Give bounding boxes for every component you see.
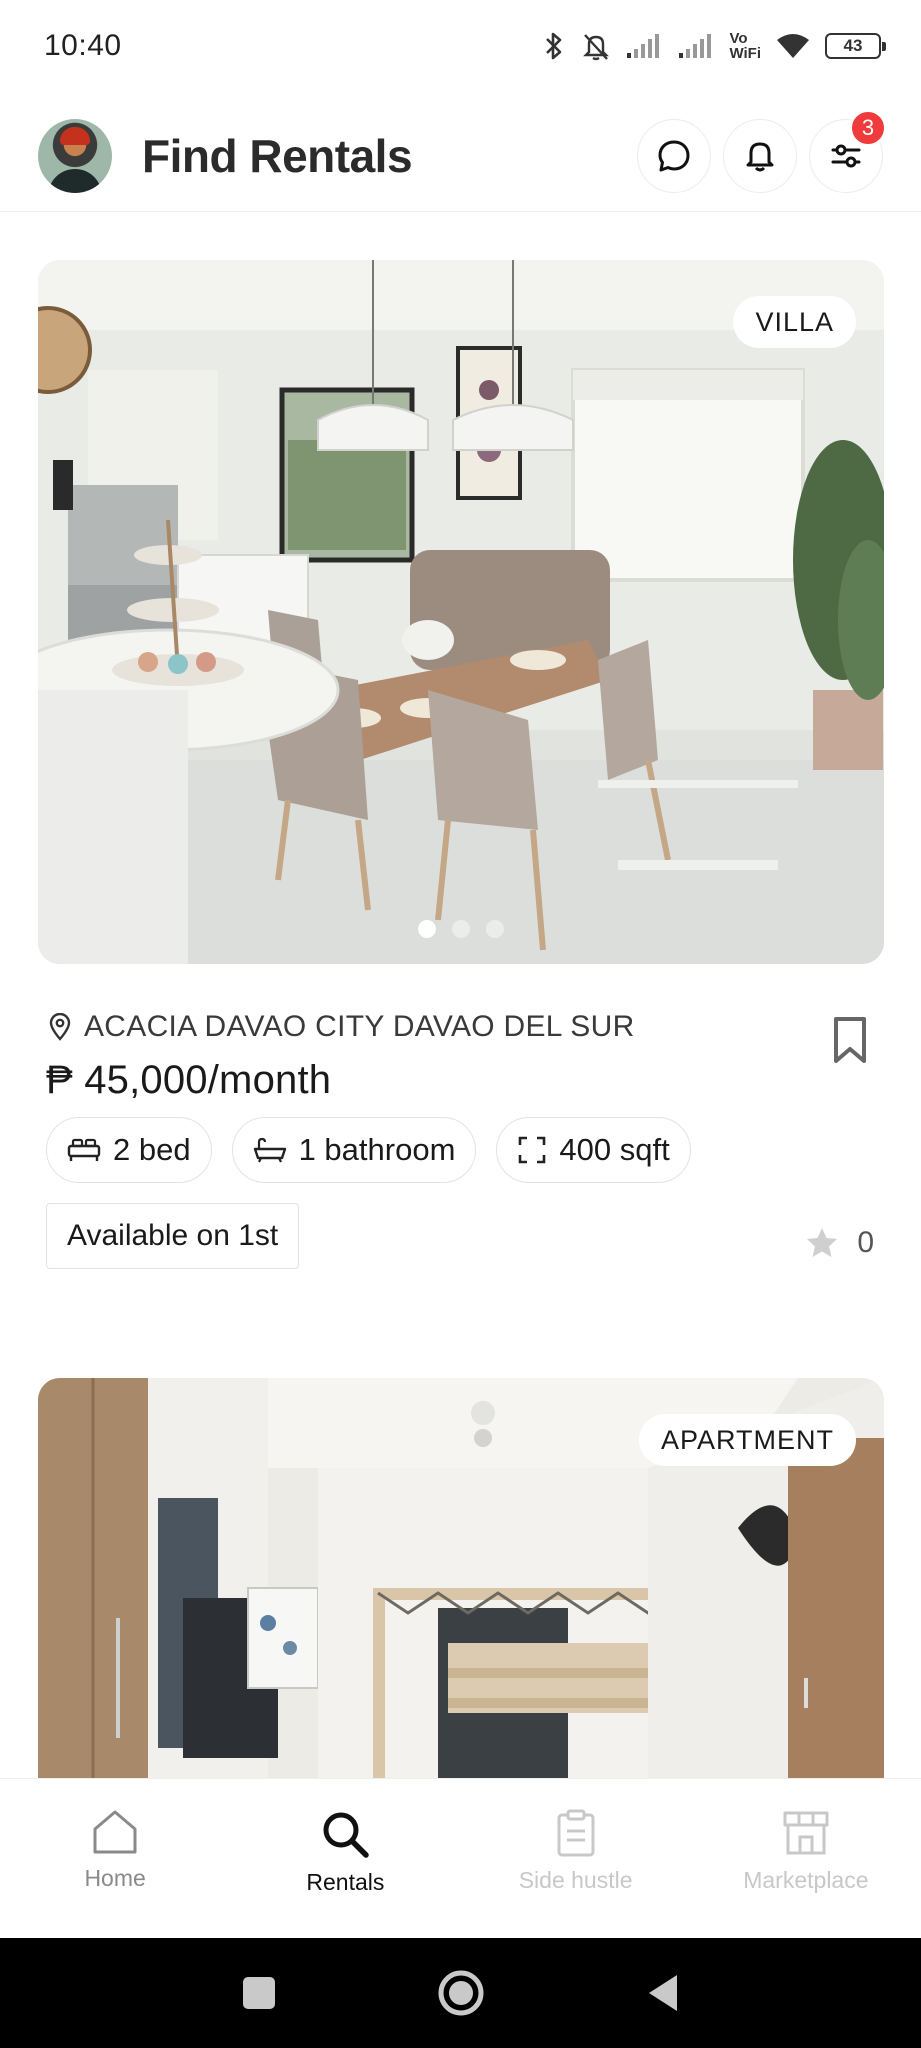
status-bar: 10:40 Vo WiFi 43 [0, 0, 921, 92]
listing-location: ACACIA DAVAO CITY DAVAO DEL SUR [84, 1010, 635, 1043]
store-icon [783, 1811, 829, 1855]
bottom-navigation: Home Rentals Side hustle Marketplace [0, 1778, 921, 1938]
area-chip: 400 sqft [496, 1117, 691, 1183]
property-type-badge: APARTMENT [638, 1414, 856, 1466]
chat-button[interactable] [637, 118, 711, 193]
page-title: Find Rentals [142, 129, 413, 182]
baths-label: 1 bathroom [298, 1132, 456, 1167]
search-icon [323, 1812, 370, 1858]
nav-item-marketplace[interactable]: Marketplace [691, 1779, 921, 1938]
avatar[interactable] [38, 118, 112, 193]
back-icon[interactable] [645, 1973, 681, 2013]
availability-tag: Available on 1st [46, 1203, 300, 1269]
location-pin-icon [49, 1013, 71, 1041]
wifi-icon [777, 34, 809, 58]
home-icon [93, 1810, 137, 1854]
nav-label: Side hustle [518, 1867, 633, 1893]
beds-chip: 2 bed [46, 1117, 212, 1183]
signal-icon [679, 34, 712, 58]
location-row: ACACIA DAVAO CITY DAVAO DEL SUR [38, 1010, 884, 1044]
listing-card[interactable]: APARTMENT [38, 1378, 884, 1838]
bell-icon [746, 142, 774, 171]
signal-icon [627, 34, 660, 58]
star-icon [807, 1228, 838, 1257]
nav-item-home[interactable]: Home [0, 1779, 230, 1938]
area-label: 400 sqft [559, 1132, 670, 1167]
filter-count-badge: 3 [850, 109, 886, 146]
mute-icon [583, 34, 610, 61]
bathtub-icon [253, 1137, 286, 1163]
battery-icon: 43 [825, 33, 886, 59]
rating: 0 [805, 1226, 874, 1260]
nav-item-side-hustle[interactable]: Side hustle [461, 1779, 691, 1938]
app-header: Find Rentals 3 [0, 100, 921, 212]
rating-count: 0 [857, 1226, 874, 1259]
listing-photo[interactable]: APARTMENT [38, 1378, 884, 1838]
listing-photo[interactable]: VILLA [38, 260, 884, 964]
system-navigation-bar [0, 1938, 921, 2048]
listing-card[interactable]: VILLA ACACIA DAVAO CITY DAVAO DEL SUR ₱ … [38, 260, 884, 1269]
nav-label: Rentals [306, 1869, 385, 1895]
battery-level: 43 [843, 36, 863, 55]
notifications-button[interactable] [723, 118, 797, 193]
carousel-dot[interactable] [486, 920, 504, 938]
vowifi-icon: Vo WiFi [729, 30, 761, 62]
photo-carousel-dots[interactable] [38, 920, 884, 938]
recents-icon[interactable] [241, 1975, 277, 2011]
listing-info: ACACIA DAVAO CITY DAVAO DEL SUR ₱ 45,000… [38, 964, 884, 1269]
carousel-dot[interactable] [452, 920, 470, 938]
clipboard-icon [557, 1809, 595, 1857]
dining-room-photo [38, 260, 884, 964]
bookmark-icon[interactable] [832, 1016, 868, 1064]
area-icon [519, 1136, 546, 1164]
beds-label: 2 bed [113, 1132, 191, 1167]
filter-button[interactable]: 3 [809, 109, 886, 193]
status-time: 10:40 [44, 29, 122, 62]
status-icons: Vo WiFi 43 [541, 30, 886, 62]
nav-label: Home [84, 1865, 146, 1891]
availability-row: Available on 1st 0 [46, 1203, 884, 1269]
nav-item-rentals[interactable]: Rentals [230, 1779, 460, 1938]
listing-price: ₱ 45,000/month [46, 1058, 332, 1102]
home-circle-icon[interactable] [437, 1969, 485, 2017]
bluetooth-icon [546, 32, 562, 60]
chat-icon [658, 140, 690, 171]
bed-icon [67, 1138, 101, 1161]
nav-label: Marketplace [743, 1867, 869, 1893]
property-type-badge: VILLA [733, 296, 856, 348]
carousel-dot[interactable] [418, 920, 436, 938]
baths-chip: 1 bathroom [231, 1117, 477, 1183]
listing-features: 2 bed 1 bathroom 400 sqft [46, 1117, 884, 1183]
